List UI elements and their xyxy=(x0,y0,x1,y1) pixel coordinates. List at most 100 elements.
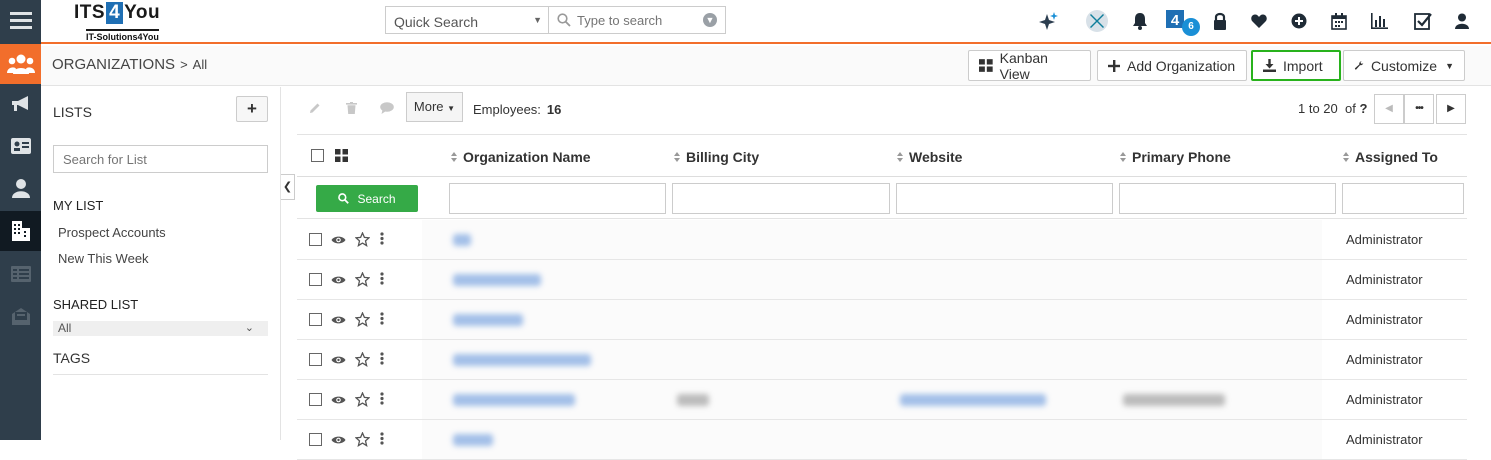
column-header-primary-phone[interactable]: Primary Phone xyxy=(1120,149,1231,165)
delete-icon[interactable] xyxy=(333,90,369,126)
quick-search-select-value: Quick Search xyxy=(394,14,479,30)
table-row[interactable]: Administrator xyxy=(297,380,1467,420)
table-row[interactable]: Administrator xyxy=(297,220,1467,260)
shared-list-select[interactable]: All ⌄ xyxy=(53,321,268,336)
more-vertical-icon[interactable] xyxy=(380,312,384,325)
eye-icon[interactable] xyxy=(331,435,346,445)
more-vertical-icon[interactable] xyxy=(380,272,384,285)
row-checkbox[interactable] xyxy=(309,273,322,286)
search-button[interactable]: Search xyxy=(316,185,418,212)
eye-icon[interactable] xyxy=(331,355,346,365)
contact-card-icon[interactable] xyxy=(0,126,41,166)
filter-organization-name[interactable] xyxy=(449,183,666,214)
customize-button[interactable]: Customize ▼ xyxy=(1343,50,1465,81)
quick-search-input[interactable] xyxy=(577,11,695,30)
edit-icon[interactable] xyxy=(297,90,333,126)
blurred-organization-name[interactable] xyxy=(453,314,523,326)
calendar-icon[interactable] xyxy=(1329,11,1349,31)
eye-icon[interactable] xyxy=(331,235,346,245)
megaphone-icon[interactable] xyxy=(0,84,41,124)
eye-icon[interactable] xyxy=(331,275,346,285)
blurred-organization-name[interactable] xyxy=(453,354,591,366)
more-vertical-icon[interactable] xyxy=(380,432,384,445)
blurred-organization-name[interactable] xyxy=(453,274,541,286)
column-header-assigned-to[interactable]: Assigned To xyxy=(1343,149,1438,165)
filter-billing-city-input[interactable] xyxy=(673,184,889,213)
previous-page-button[interactable]: ◀ xyxy=(1374,94,1404,124)
paging-total[interactable]: ? xyxy=(1359,101,1367,116)
search-button-label: Search xyxy=(357,191,396,206)
table-row[interactable]: Administrator xyxy=(297,260,1467,300)
star-icon[interactable] xyxy=(355,272,370,287)
more-vertical-icon[interactable] xyxy=(380,232,384,245)
add-list-button[interactable]: + xyxy=(236,96,268,122)
advanced-search-toggle-icon[interactable]: ▼ xyxy=(703,13,717,27)
case-icon[interactable] xyxy=(0,296,41,336)
building-icon[interactable] xyxy=(0,211,41,251)
next-page-button[interactable]: ▶ xyxy=(1436,94,1466,124)
add-organization-button[interactable]: Add Organization xyxy=(1097,50,1247,81)
filter-primary-phone-input[interactable] xyxy=(1120,184,1335,213)
organizations-module-icon[interactable] xyxy=(0,44,41,84)
blurred-website[interactable] xyxy=(900,394,1046,406)
column-header-website[interactable]: Website xyxy=(897,149,962,165)
filter-billing-city[interactable] xyxy=(672,183,890,214)
list-search-input[interactable] xyxy=(54,146,267,172)
plus-circle-icon[interactable] xyxy=(1289,11,1309,31)
menu-icon[interactable] xyxy=(0,0,41,40)
list-search-field[interactable] xyxy=(53,145,268,173)
extension-x-icon[interactable] xyxy=(1085,9,1109,33)
row-checkbox[interactable] xyxy=(309,233,322,246)
page-jump-button[interactable]: ••• xyxy=(1404,94,1434,124)
lists-title: LISTS xyxy=(53,104,92,120)
bar-chart-icon[interactable] xyxy=(1369,11,1389,31)
eye-icon[interactable] xyxy=(331,315,346,325)
select-all-checkbox[interactable] xyxy=(311,149,324,162)
its4you-logo[interactable]: ITS 4 You IT-Solutions4You xyxy=(74,2,184,42)
star-icon[interactable] xyxy=(355,392,370,407)
filter-website[interactable] xyxy=(896,183,1113,214)
blurred-organization-name[interactable] xyxy=(453,434,493,446)
table-row[interactable]: Administrator xyxy=(297,420,1467,460)
comment-icon[interactable] xyxy=(369,90,405,126)
filter-assigned-to[interactable] xyxy=(1342,183,1464,214)
filter-website-input[interactable] xyxy=(897,184,1112,213)
row-checkbox[interactable] xyxy=(309,353,322,366)
more-vertical-icon[interactable] xyxy=(380,392,384,405)
row-checkbox[interactable] xyxy=(309,393,322,406)
customize-label: Customize xyxy=(1370,57,1438,74)
filter-primary-phone[interactable] xyxy=(1119,183,1336,214)
column-chooser-icon[interactable] xyxy=(335,149,348,162)
heart-icon[interactable] xyxy=(1249,11,1269,31)
list-item-new-this-week[interactable]: New This Week xyxy=(58,251,149,266)
lock-icon[interactable] xyxy=(1210,11,1230,31)
bell-icon[interactable] xyxy=(1130,11,1150,31)
checkbox-icon[interactable] xyxy=(1413,11,1433,31)
more-actions-button[interactable]: More ▼ xyxy=(406,92,463,122)
star-icon[interactable] xyxy=(355,232,370,247)
collapse-sidebar-button[interactable]: ❮ xyxy=(281,174,295,200)
eye-icon[interactable] xyxy=(331,395,346,405)
list-icon[interactable] xyxy=(0,254,41,294)
column-header-billing-city[interactable]: Billing City xyxy=(674,149,759,165)
user-icon[interactable] xyxy=(0,168,41,208)
user-menu-icon[interactable] xyxy=(1452,11,1472,31)
quick-search-select[interactable]: Quick Search ▼ xyxy=(385,6,549,34)
blurred-organization-name[interactable] xyxy=(453,394,575,406)
module-title[interactable]: ORGANIZATIONS xyxy=(52,56,175,73)
import-button[interactable]: Import xyxy=(1251,50,1341,81)
star-icon[interactable] xyxy=(355,312,370,327)
column-header-organization-name[interactable]: Organization Name xyxy=(451,149,591,165)
table-row[interactable]: Administrator xyxy=(297,340,1467,380)
table-row[interactable]: Administrator xyxy=(297,300,1467,340)
filter-organization-name-input[interactable] xyxy=(450,184,665,213)
kanban-view-button[interactable]: Kanban View xyxy=(968,50,1091,82)
row-checkbox[interactable] xyxy=(309,313,322,326)
sparkle-icon[interactable] xyxy=(1039,11,1059,31)
star-icon[interactable] xyxy=(355,352,370,367)
blurred-organization-name[interactable] xyxy=(453,234,471,246)
list-item-prospect-accounts[interactable]: Prospect Accounts xyxy=(58,225,166,240)
quick-search-box[interactable]: ▼ xyxy=(549,6,726,34)
filter-assigned-to-input[interactable] xyxy=(1343,184,1463,213)
more-vertical-icon[interactable] xyxy=(380,352,384,365)
